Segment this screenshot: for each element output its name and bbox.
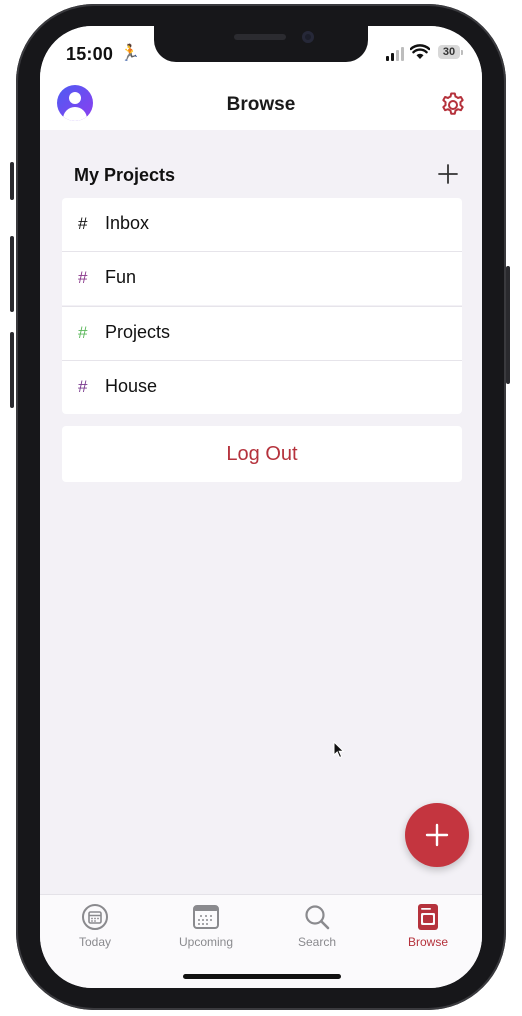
browse-icon bbox=[418, 904, 438, 930]
volume-up-button bbox=[10, 236, 14, 312]
project-item-inbox[interactable]: # Inbox bbox=[62, 198, 462, 251]
tab-browse[interactable]: Browse bbox=[373, 895, 482, 955]
tab-label: Search bbox=[297, 935, 337, 949]
gear-icon[interactable] bbox=[439, 91, 467, 119]
wifi-icon bbox=[410, 44, 430, 59]
add-project-icon[interactable] bbox=[436, 162, 460, 186]
speaker-grille bbox=[234, 34, 286, 40]
battery-level: 30 bbox=[438, 45, 460, 59]
calendar-grid-icon bbox=[193, 905, 219, 929]
tab-search[interactable]: Search bbox=[262, 895, 372, 955]
tab-today[interactable]: Today bbox=[40, 895, 150, 955]
tab-label: Upcoming bbox=[178, 935, 234, 949]
plus-icon bbox=[425, 823, 449, 847]
tab-label: Today bbox=[78, 935, 112, 949]
calendar-day-icon bbox=[82, 904, 108, 930]
activity-icon: 🏃 bbox=[120, 45, 140, 62]
front-camera bbox=[302, 31, 314, 43]
project-label: Inbox bbox=[105, 213, 150, 233]
search-icon bbox=[305, 905, 330, 930]
cellular-signal-icon bbox=[386, 47, 406, 61]
project-item-fun[interactable]: # Fun bbox=[62, 252, 462, 305]
battery-tip bbox=[461, 50, 463, 55]
page-title: Browse bbox=[226, 94, 296, 115]
volume-down-button bbox=[10, 332, 14, 408]
nav-header: Browse bbox=[40, 82, 482, 130]
project-hash-icon: # bbox=[78, 323, 88, 342]
screen: 15:00 🏃 30 Browse My Projects # Inbox # … bbox=[40, 26, 482, 988]
tab-upcoming[interactable]: Upcoming bbox=[151, 895, 261, 955]
project-hash-icon: # bbox=[78, 268, 88, 287]
logout-button[interactable]: Log Out bbox=[62, 426, 462, 482]
project-label: Fun bbox=[105, 267, 137, 287]
mouse-cursor-icon bbox=[333, 741, 345, 759]
project-item-house[interactable]: # House bbox=[62, 361, 462, 414]
project-label: Projects bbox=[105, 322, 171, 342]
notch bbox=[154, 26, 368, 62]
status-time: 15:00 bbox=[66, 44, 114, 64]
project-hash-icon: # bbox=[78, 377, 88, 396]
section-title-my-projects: My Projects bbox=[74, 165, 176, 185]
home-indicator bbox=[183, 974, 341, 979]
project-label: House bbox=[105, 376, 158, 396]
add-task-button[interactable] bbox=[405, 803, 469, 867]
project-item-projects[interactable]: # Projects bbox=[62, 307, 462, 360]
power-button bbox=[506, 266, 510, 384]
action-button bbox=[10, 162, 14, 200]
project-hash-icon: # bbox=[78, 214, 88, 233]
tab-label: Browse bbox=[407, 935, 448, 949]
